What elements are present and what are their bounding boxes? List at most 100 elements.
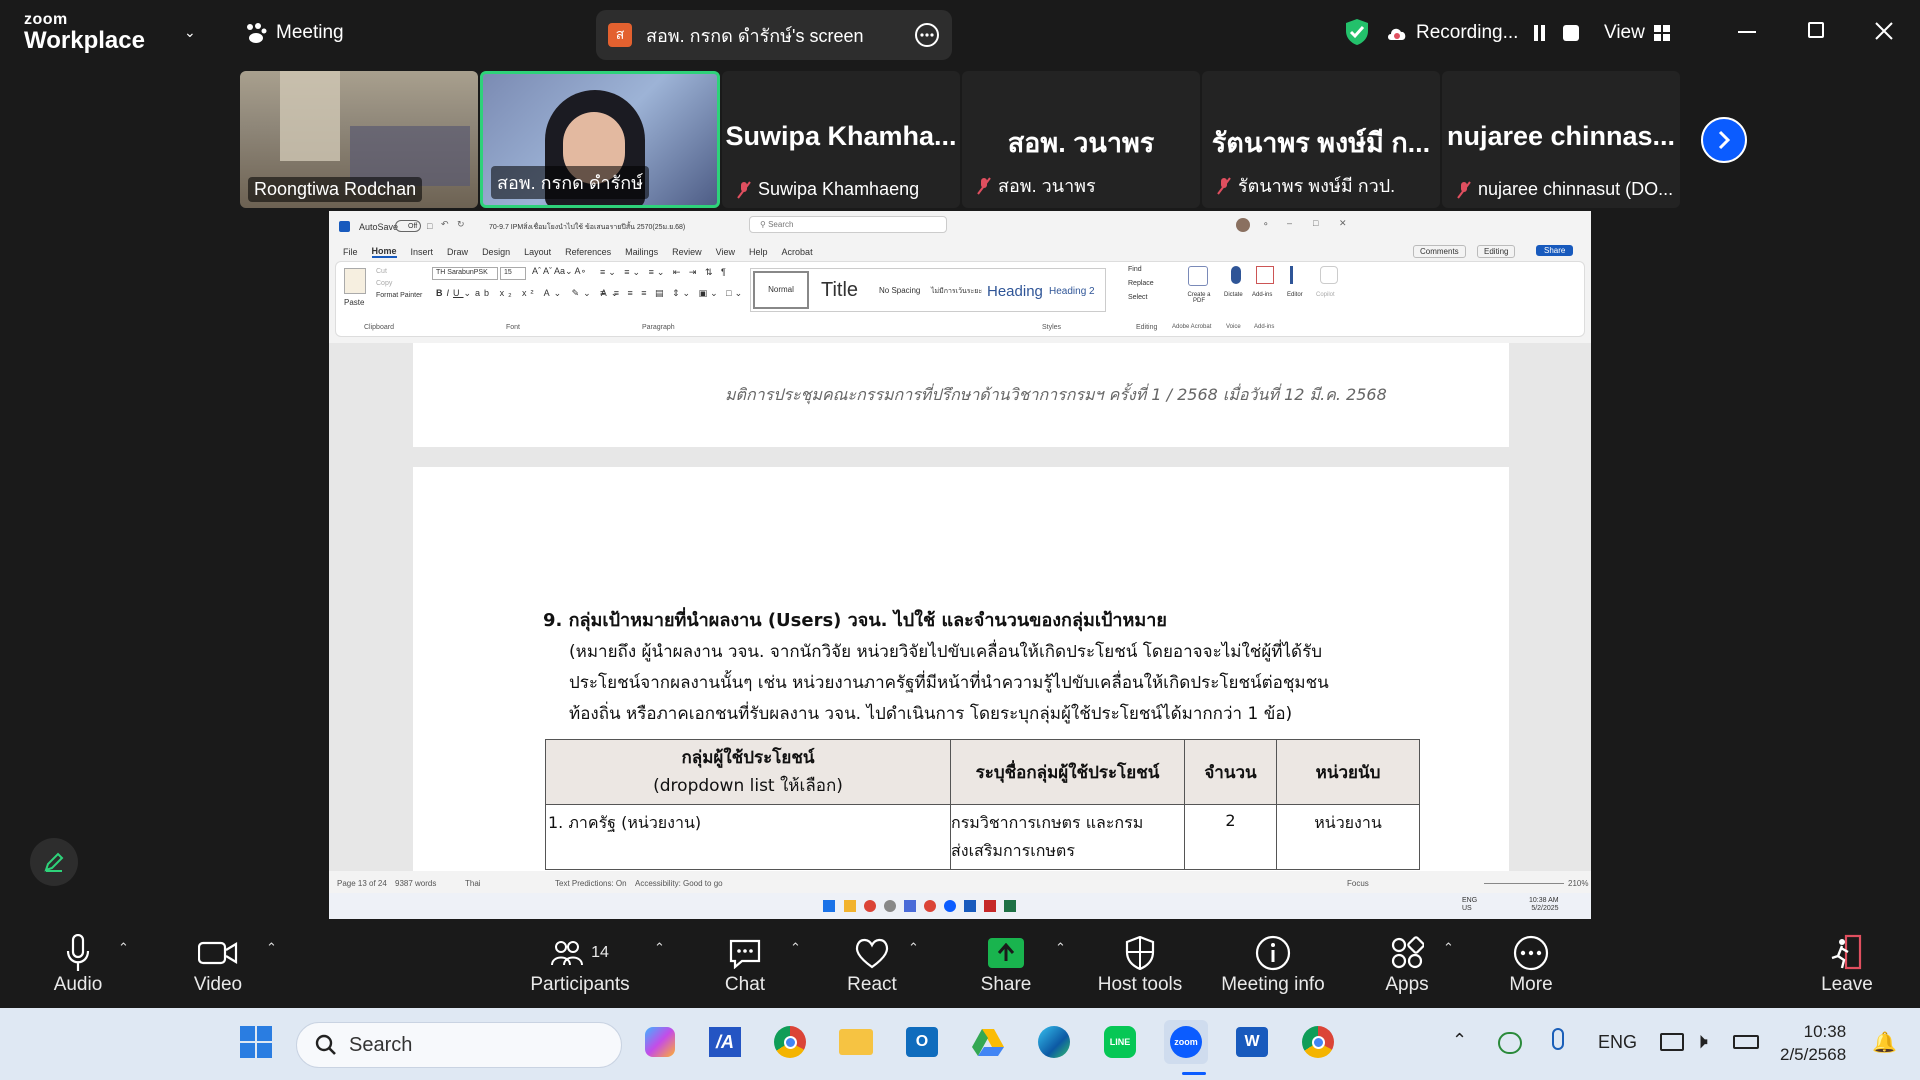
video-tile[interactable]: Roongtiwa Rodchan: [240, 71, 478, 208]
zoom-taskbar-icon[interactable]: zoom: [1164, 1020, 1208, 1064]
file-explorer-taskbar-icon[interactable]: [834, 1020, 878, 1064]
tab-acrobat[interactable]: Acrobat: [782, 247, 813, 257]
tab-home[interactable]: Home: [371, 246, 397, 258]
copilot-icon[interactable]: [1320, 266, 1338, 284]
dictate-label[interactable]: Dictate: [1224, 292, 1243, 298]
copilot-label[interactable]: Copilot: [1316, 292, 1335, 298]
cell-count[interactable]: 2: [1184, 804, 1277, 870]
audio-button[interactable]: Audio: [40, 932, 116, 996]
recording-status[interactable]: Recording...: [1386, 22, 1580, 44]
select-button[interactable]: Select: [1128, 294, 1147, 301]
microphone-icon[interactable]: [1231, 266, 1241, 284]
format-painter-button[interactable]: Format Painter: [376, 292, 422, 299]
meeting-menu-button[interactable]: Meeting: [244, 22, 344, 44]
close-icon[interactable]: [1874, 21, 1894, 41]
tab-insert[interactable]: Insert: [411, 247, 434, 257]
edge-taskbar-icon[interactable]: [1032, 1020, 1076, 1064]
show-hidden-icons-chevron[interactable]: ⌃: [1452, 1030, 1467, 1051]
close-icon[interactable]: ✕: [1339, 218, 1347, 229]
line-taskbar-icon[interactable]: LINE: [1098, 1020, 1142, 1064]
chat-button[interactable]: Chat: [710, 932, 780, 996]
tab-file[interactable]: File: [343, 247, 358, 257]
font-size-select[interactable]: 15: [500, 267, 526, 280]
tab-draw[interactable]: Draw: [447, 247, 468, 257]
user-avatar[interactable]: [1236, 218, 1250, 232]
create-pdf-label[interactable]: Create a PDF: [1182, 292, 1216, 304]
font-format-buttons[interactable]: BIU⌄ab x₂ x² A⌄ ✎⌄ A⌄: [436, 288, 622, 299]
style-title[interactable]: Title: [821, 279, 858, 302]
apps-options-caret[interactable]: ⌃: [1443, 940, 1454, 956]
comments-button[interactable]: Comments: [1413, 245, 1466, 258]
find-button[interactable]: Find: [1128, 266, 1142, 273]
notifications-bell-icon[interactable]: 🔔: [1872, 1030, 1897, 1055]
paste-label[interactable]: Paste: [344, 298, 364, 307]
taskbar-search-input[interactable]: Search: [296, 1022, 622, 1068]
more-button[interactable]: More: [1500, 932, 1562, 996]
chrome-profile-taskbar-icon[interactable]: [1296, 1020, 1340, 1064]
editing-mode-button[interactable]: Editing: [1477, 245, 1516, 258]
next-participants-button[interactable]: [1701, 117, 1747, 163]
style-no-spacing[interactable]: No Spacing: [879, 286, 920, 295]
word-search-input[interactable]: ⚲ Search: [749, 216, 947, 233]
lightbulb-icon[interactable]: ⚬: [1262, 219, 1270, 230]
tab-layout[interactable]: Layout: [524, 247, 551, 257]
participant-tile[interactable]: สอพ. วนาพร สอพ. วนาพร: [962, 71, 1200, 208]
participant-tile[interactable]: รัตนาพร พงษ์มี ก... รัตนาพร พงษ์มี กวป.: [1202, 71, 1440, 208]
react-options-caret[interactable]: ⌃: [908, 940, 919, 956]
tab-design[interactable]: Design: [482, 247, 510, 257]
audio-options-caret[interactable]: ⌃: [118, 940, 129, 956]
table-row[interactable]: 1. ภาครัฐ (หน่วยงาน) กรมวิชาการเกษตร และ…: [545, 804, 1420, 870]
tab-mailings[interactable]: Mailings: [625, 247, 658, 257]
list-buttons[interactable]: ≡⌄ ≡⌄ ≡⌄ ⇤ ⇥ ⇅ ¶: [600, 267, 729, 278]
video-options-caret[interactable]: ⌃: [266, 940, 277, 956]
share-button[interactable]: Share: [1536, 245, 1574, 256]
encryption-shield[interactable]: [1344, 18, 1370, 46]
host-tools-button[interactable]: Host tools: [1090, 932, 1190, 996]
pause-recording-button[interactable]: [1534, 25, 1546, 41]
restore-button[interactable]: [1808, 22, 1824, 38]
video-tile-active-speaker[interactable]: สอพ. กรกด ดำรักษ์: [480, 71, 720, 208]
create-pdf-icon[interactable]: [1188, 266, 1208, 286]
editor-label[interactable]: Editor: [1287, 292, 1303, 298]
microphone-icon[interactable]: [1552, 1028, 1564, 1050]
cut-button[interactable]: Cut: [376, 268, 387, 275]
font-name-select[interactable]: TH SarabunPSK: [432, 267, 498, 280]
language-status[interactable]: Thai: [465, 879, 481, 888]
input-language[interactable]: ENG: [1598, 1032, 1637, 1053]
react-button[interactable]: React: [836, 932, 908, 996]
replace-button[interactable]: Replace: [1128, 280, 1154, 287]
leave-button[interactable]: Leave: [1816, 932, 1878, 996]
share-options-caret[interactable]: ⌃: [1055, 940, 1066, 956]
redo-icon[interactable]: ↻: [457, 219, 465, 230]
editor-icon[interactable]: [1290, 266, 1308, 284]
annotate-button[interactable]: [30, 838, 78, 886]
chrome-taskbar-icon[interactable]: [768, 1020, 812, 1064]
meeting-info-button[interactable]: Meeting info: [1210, 932, 1336, 996]
apps-button[interactable]: Apps: [1374, 932, 1440, 996]
style-heading[interactable]: Heading: [987, 283, 1043, 300]
add-ins-icon[interactable]: [1256, 266, 1274, 284]
tab-view[interactable]: View: [716, 247, 735, 257]
paste-icon[interactable]: [344, 268, 366, 294]
google-drive-taskbar-icon[interactable]: [966, 1020, 1010, 1064]
display-icon[interactable]: [1660, 1033, 1684, 1051]
participants-options-caret[interactable]: ⌃: [654, 940, 665, 956]
page-count[interactable]: Page 13 of 24: [337, 879, 387, 888]
cell-unit[interactable]: หน่วยงาน: [1276, 804, 1420, 870]
undo-icon[interactable]: ↶: [441, 219, 449, 230]
style-heading-2[interactable]: Heading 2: [1049, 286, 1095, 297]
view-button[interactable]: View: [1604, 22, 1671, 44]
minimize-button[interactable]: [1738, 31, 1756, 33]
participant-tile[interactable]: nujaree chinnas... nujaree chinnasut (DO…: [1442, 71, 1680, 208]
sync-icon[interactable]: [1498, 1032, 1522, 1054]
add-ins-label[interactable]: Add-ins: [1252, 292, 1272, 298]
tab-help[interactable]: Help: [749, 247, 768, 257]
stop-recording-button[interactable]: [1563, 25, 1580, 41]
zoom-slider[interactable]: [1484, 883, 1564, 884]
volume-icon[interactable]: 🕨: [1694, 1028, 1708, 1054]
share-screen-button[interactable]: Share: [966, 932, 1046, 996]
video-button[interactable]: Video: [178, 932, 258, 996]
visual-studio-icon[interactable]: /A: [703, 1020, 747, 1064]
tab-references[interactable]: References: [565, 247, 611, 257]
document-page[interactable]: 9. กลุ่มเป้าหมายที่นำผลงาน (Users) วจน. …: [413, 467, 1509, 871]
